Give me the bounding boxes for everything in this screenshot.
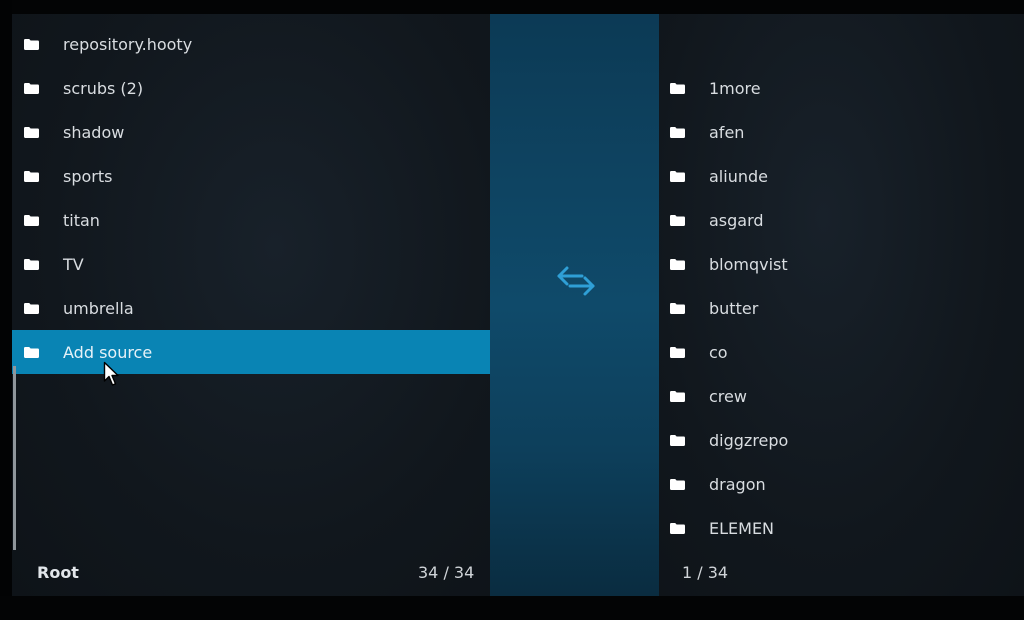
folder-icon: [24, 82, 39, 94]
right-item-counter: 1 / 34: [682, 563, 729, 582]
list-item-label: ELEMEN: [709, 518, 775, 538]
list-item-label: aliunde: [709, 166, 768, 186]
list-item-label: sports: [63, 166, 113, 186]
folder-icon: [670, 170, 685, 182]
list-item-label: blomqvist: [709, 254, 788, 274]
file-manager-window: repository.hooty scrubs (2) shadow sport…: [0, 0, 1024, 620]
folder-icon: [24, 38, 39, 50]
left-letterbox: [0, 0, 12, 620]
list-item-label: scrubs (2): [63, 78, 144, 98]
add-source-item[interactable]: Add source: [12, 330, 490, 374]
list-item[interactable]: repository.hooty: [12, 22, 490, 66]
list-item[interactable]: scrubs (2): [12, 66, 490, 110]
list-item[interactable]: butter: [659, 286, 1024, 330]
list-item[interactable]: sports: [12, 154, 490, 198]
list-item[interactable]: shadow: [12, 110, 490, 154]
list-item[interactable]: blomqvist: [659, 242, 1024, 286]
list-item-label: butter: [709, 298, 759, 318]
list-item-label: Add source: [63, 342, 153, 362]
list-item[interactable]: co: [659, 330, 1024, 374]
left-scrollbar[interactable]: [13, 366, 16, 550]
folder-icon: [24, 214, 39, 226]
folder-icon: [670, 258, 685, 270]
list-item-label: umbrella: [63, 298, 134, 318]
list-item[interactable]: dragon: [659, 462, 1024, 506]
list-item[interactable]: diggzrepo: [659, 418, 1024, 462]
folder-icon: [670, 126, 685, 138]
list-item[interactable]: crew: [659, 374, 1024, 418]
list-item-label: shadow: [63, 122, 125, 142]
list-item[interactable]: afen: [659, 110, 1024, 154]
list-item-label: TV: [63, 254, 84, 274]
folder-icon: [670, 346, 685, 358]
swap-arrows-icon[interactable]: [556, 262, 596, 300]
list-item-label: repository.hooty: [63, 34, 193, 54]
list-item-label: titan: [63, 210, 100, 230]
folder-icon: [670, 522, 685, 534]
list-item[interactable]: ELEMEN: [659, 506, 1024, 550]
list-item[interactable]: titan: [12, 198, 490, 242]
list-item-label: 1more: [709, 78, 761, 98]
list-item-label: diggzrepo: [709, 430, 789, 450]
list-item-label: asgard: [709, 210, 764, 230]
list-item[interactable]: asgard: [659, 198, 1024, 242]
folder-icon: [670, 82, 685, 94]
bottom-letterbox: [0, 596, 1024, 620]
list-item-label: afen: [709, 122, 745, 142]
list-item[interactable]: 1more: [659, 66, 1024, 110]
list-item[interactable]: aliunde: [659, 154, 1024, 198]
folder-icon: [24, 126, 39, 138]
center-divider-pane: [490, 14, 659, 596]
current-path-label: Root: [37, 563, 79, 582]
left-item-counter: 34 / 34: [418, 563, 475, 582]
list-item[interactable]: umbrella: [12, 286, 490, 330]
top-letterbox: [0, 0, 1024, 14]
folder-icon: [670, 302, 685, 314]
folder-icon: [24, 170, 39, 182]
folder-icon: [24, 258, 39, 270]
mouse-pointer-icon: [103, 361, 119, 386]
left-file-list: repository.hooty scrubs (2) shadow sport…: [12, 22, 490, 374]
folder-icon: [24, 302, 39, 314]
folder-icon: [670, 478, 685, 490]
list-item[interactable]: TV: [12, 242, 490, 286]
list-item-label: co: [709, 342, 728, 362]
folder-icon: [670, 390, 685, 402]
folder-icon: [670, 434, 685, 446]
list-item-label: crew: [709, 386, 747, 406]
folder-icon: [670, 214, 685, 226]
right-file-list: 1more afen aliunde asgard blomqvist butt…: [659, 66, 1024, 550]
list-item-label: dragon: [709, 474, 766, 494]
folder-icon: [24, 346, 39, 358]
